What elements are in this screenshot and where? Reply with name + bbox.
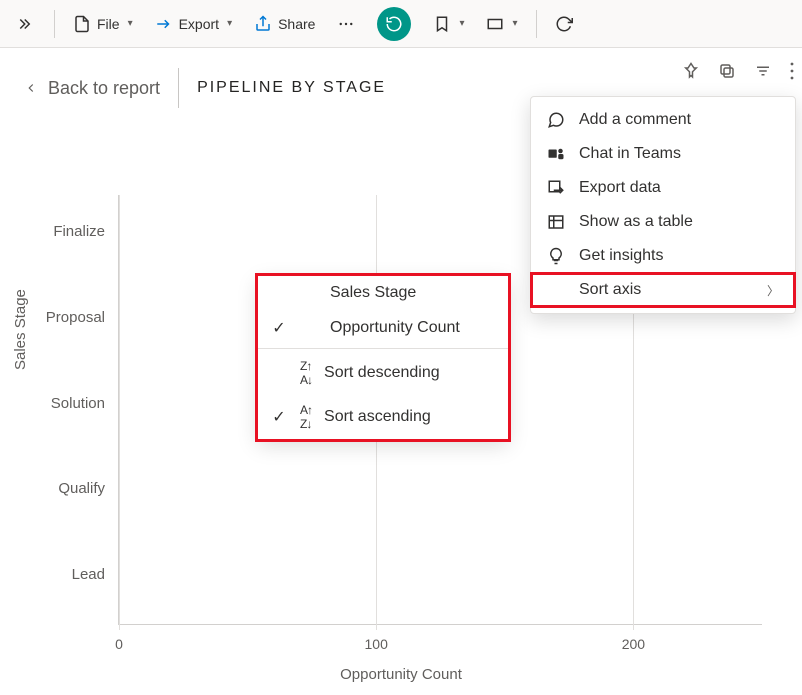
export-icon: [155, 15, 173, 33]
sort-field-opportunity-count[interactable]: ✓ Opportunity Count: [258, 310, 508, 346]
ellipsis-icon: [337, 15, 355, 33]
file-menu-button[interactable]: File ▾: [63, 9, 143, 39]
category-label: Solution: [51, 395, 119, 412]
back-label: Back to report: [48, 78, 160, 99]
export-menu-button[interactable]: Export ▾: [145, 9, 243, 39]
check-icon: ✓: [270, 407, 288, 427]
chevron-right-icon: 〉: [767, 282, 779, 299]
menu-label: Add a comment: [579, 111, 691, 129]
back-to-report-button[interactable]: Back to report: [24, 78, 160, 99]
chevron-down-icon: ▾: [459, 18, 464, 29]
check-icon: ✓: [270, 318, 288, 338]
menu-divider: [258, 348, 508, 349]
file-label: File: [97, 16, 120, 32]
gridline: [119, 195, 120, 630]
file-icon: [73, 15, 91, 33]
rectangle-icon: [486, 15, 504, 33]
menu-label: Sort axis: [579, 281, 641, 299]
chevrons-right-icon: [18, 15, 36, 33]
category-label: Finalize: [53, 223, 119, 240]
chevron-left-icon: [24, 81, 38, 95]
sort-asc-icon: A↑Z↓: [300, 403, 312, 431]
menu-label: Export data: [579, 179, 661, 197]
more-vertical-icon[interactable]: [790, 62, 794, 80]
refresh-button[interactable]: [367, 1, 421, 47]
x-tick: 100: [365, 636, 388, 652]
sort-axis-submenu: Sales Stage ✓ Opportunity Count Z↑A↓ Sor…: [258, 276, 508, 439]
bookmark-icon: [433, 15, 451, 33]
sort-field-sales-stage[interactable]: Sales Stage: [258, 276, 508, 310]
sort-label: Sales Stage: [330, 284, 416, 302]
reload-icon: [555, 15, 573, 33]
vertical-divider: [178, 68, 179, 108]
sort-label: Sort ascending: [324, 408, 431, 426]
sort-desc-icon: Z↑A↓: [300, 359, 312, 387]
category-label: Lead: [72, 566, 119, 583]
x-tick: 0: [115, 636, 123, 652]
share-label: Share: [278, 16, 315, 32]
sort-descending[interactable]: Z↑A↓ Sort descending: [258, 351, 508, 395]
page-title: PIPELINE BY STAGE: [197, 79, 386, 97]
chevron-down-icon: ▾: [512, 18, 517, 29]
x-axis-label: Opportunity Count: [340, 666, 462, 683]
blank-icon: [547, 281, 565, 299]
sort-label: Opportunity Count: [330, 319, 460, 337]
category-label: Proposal: [46, 309, 119, 326]
category-label: Qualify: [58, 480, 119, 497]
menu-get-insights[interactable]: Get insights: [531, 239, 795, 273]
y-axis-label: Sales Stage: [12, 289, 29, 370]
bookmark-button[interactable]: ▾: [423, 9, 474, 39]
visual-action-icons: [682, 62, 794, 80]
sort-ascending[interactable]: ✓ A↑Z↓ Sort ascending: [258, 395, 508, 439]
table-icon: [547, 213, 565, 231]
share-button[interactable]: Share: [244, 9, 325, 39]
pin-icon[interactable]: [682, 62, 700, 80]
menu-label: Chat in Teams: [579, 145, 681, 163]
chevron-down-icon: ▾: [227, 18, 232, 29]
lightbulb-icon: [547, 247, 565, 265]
refresh-icon: [385, 15, 403, 33]
menu-add-comment[interactable]: Add a comment: [531, 103, 795, 137]
filter-icon[interactable]: [754, 62, 772, 80]
toolbar-separator: [54, 10, 55, 38]
toolbar-expand-button[interactable]: [8, 9, 46, 39]
teams-icon: [547, 145, 565, 163]
chevron-down-icon: ▾: [128, 18, 133, 29]
copy-icon[interactable]: [718, 62, 736, 80]
sort-label: Sort descending: [324, 364, 440, 382]
more-button[interactable]: [327, 9, 365, 39]
export-label: Export: [179, 16, 219, 32]
toolbar: File ▾ Export ▾ Share ▾ ▾: [0, 0, 802, 48]
menu-export-data[interactable]: Export data: [531, 171, 795, 205]
menu-sort-axis[interactable]: Sort axis 〉: [531, 273, 795, 307]
menu-label: Get insights: [579, 247, 663, 265]
visual-context-menu: Add a comment Chat in Teams Export data …: [530, 96, 796, 314]
share-icon: [254, 15, 272, 33]
x-tick: 200: [622, 636, 645, 652]
toolbar-separator: [536, 10, 537, 38]
view-button[interactable]: ▾: [476, 9, 527, 39]
reload-button[interactable]: [545, 9, 583, 39]
menu-show-table[interactable]: Show as a table: [531, 205, 795, 239]
menu-label: Show as a table: [579, 213, 693, 231]
export-data-icon: [547, 179, 565, 197]
menu-chat-teams[interactable]: Chat in Teams: [531, 137, 795, 171]
comment-icon: [547, 111, 565, 129]
